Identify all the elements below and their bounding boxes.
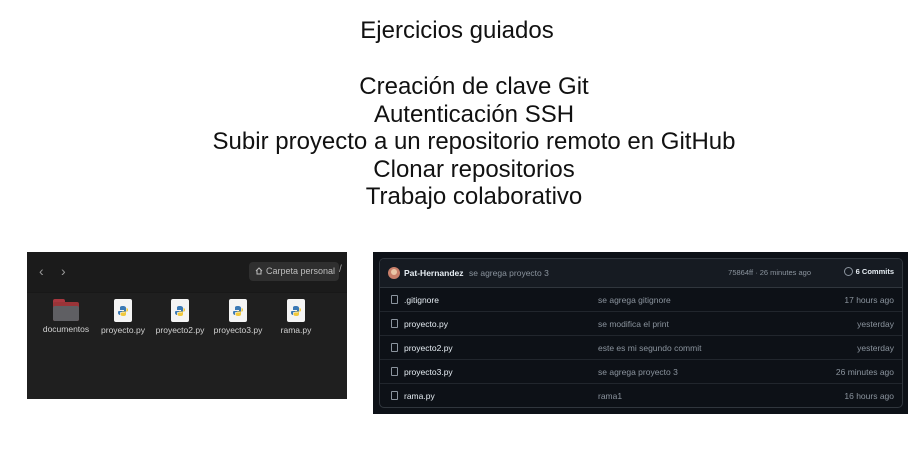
file-name-link[interactable]: proyecto.py <box>404 319 448 329</box>
history-icon <box>843 267 853 276</box>
folder-icon <box>53 299 79 321</box>
python-file-icon <box>171 299 189 322</box>
file-icon <box>391 391 398 400</box>
file-icon <box>391 367 398 376</box>
file-icon <box>391 343 398 352</box>
file-manager-window: ‹ › Carpeta personal / documentos proyec… <box>27 252 347 399</box>
slide-title: Ejercicios guiados <box>360 17 554 44</box>
file-manager-header: ‹ › Carpeta personal / <box>27 252 347 293</box>
file-commit-time: 26 minutes ago <box>835 367 894 377</box>
latest-commit-bar: Pat-Hernandez se agrega proyecto 3 75864… <box>380 259 902 288</box>
commits-link[interactable]: 6 Commits <box>843 267 894 276</box>
table-row: .gitignore se agrega gitignore 17 hours … <box>380 288 902 312</box>
file-icon <box>391 319 398 328</box>
table-row: proyecto2.py este es mi segundo commit y… <box>380 336 902 360</box>
topic-list: Creación de clave Git Autenticación SSH … <box>0 73 914 211</box>
file-label: proyecto2.py <box>155 325 205 335</box>
file-label: proyecto3.py <box>213 325 263 335</box>
avatar[interactable] <box>388 267 400 279</box>
file-item-proyecto2[interactable]: proyecto2.py <box>151 299 209 335</box>
github-repo-panel: Pat-Hernandez se agrega proyecto 3 75864… <box>373 252 908 414</box>
file-name-link[interactable]: .gitignore <box>404 295 439 305</box>
file-commit-message[interactable]: se agrega proyecto 3 <box>598 367 678 377</box>
table-row: proyecto.py se modifica el print yesterd… <box>380 312 902 336</box>
python-file-icon <box>287 299 305 322</box>
python-file-icon <box>229 299 247 322</box>
path-label: Carpeta personal <box>266 266 336 276</box>
topic-item: Subir proyecto a un repositorio remoto e… <box>212 128 736 156</box>
python-file-icon <box>114 299 132 322</box>
file-name-link[interactable]: proyecto2.py <box>404 343 453 353</box>
commit-author[interactable]: Pat-Hernandez <box>404 268 464 278</box>
latest-commit-message[interactable]: se agrega proyecto 3 <box>469 268 549 278</box>
table-row: rama.py rama1 16 hours ago <box>380 384 902 407</box>
topic-item: Trabajo colaborativo <box>365 183 583 211</box>
file-commit-message[interactable]: este es mi segundo commit <box>598 343 701 353</box>
file-commit-time: 16 hours ago <box>844 391 894 401</box>
topic-item: Creación de clave Git <box>359 73 589 100</box>
table-row: proyecto3.py se agrega proyecto 3 26 min… <box>380 360 902 384</box>
home-icon <box>255 267 263 275</box>
file-grid: documentos proyecto.py proyecto2.py proy… <box>37 299 347 399</box>
path-bar-home[interactable]: Carpeta personal <box>249 262 339 281</box>
file-name-link[interactable]: rama.py <box>404 391 435 401</box>
file-label: rama.py <box>280 325 312 335</box>
file-commit-time: yesterday <box>857 343 894 353</box>
file-item-proyecto[interactable]: proyecto.py <box>94 299 152 335</box>
github-file-table: Pat-Hernandez se agrega proyecto 3 75864… <box>379 258 903 408</box>
topic-item: Clonar repositorios <box>373 155 575 183</box>
commit-hash-time[interactable]: 75864ff · 26 minutes ago <box>728 268 811 277</box>
file-label: documentos <box>42 324 90 334</box>
file-commit-message[interactable]: se modifica el print <box>598 319 669 329</box>
file-commit-time: 17 hours ago <box>844 295 894 305</box>
file-item-documentos[interactable]: documentos <box>37 299 95 334</box>
forward-icon[interactable]: › <box>61 263 66 279</box>
file-commit-message[interactable]: rama1 <box>598 391 622 401</box>
commits-label: 6 Commits <box>855 267 894 276</box>
file-commit-message[interactable]: se agrega gitignore <box>598 295 671 305</box>
file-item-proyecto3[interactable]: proyecto3.py <box>209 299 267 335</box>
file-icon <box>391 295 398 304</box>
file-item-rama[interactable]: rama.py <box>267 299 325 335</box>
file-label: proyecto.py <box>101 325 145 335</box>
file-commit-time: yesterday <box>857 319 894 329</box>
path-separator: / <box>339 264 342 275</box>
back-icon[interactable]: ‹ <box>39 263 44 279</box>
file-name-link[interactable]: proyecto3.py <box>404 367 453 377</box>
topic-item: Autenticación SSH <box>373 100 575 128</box>
